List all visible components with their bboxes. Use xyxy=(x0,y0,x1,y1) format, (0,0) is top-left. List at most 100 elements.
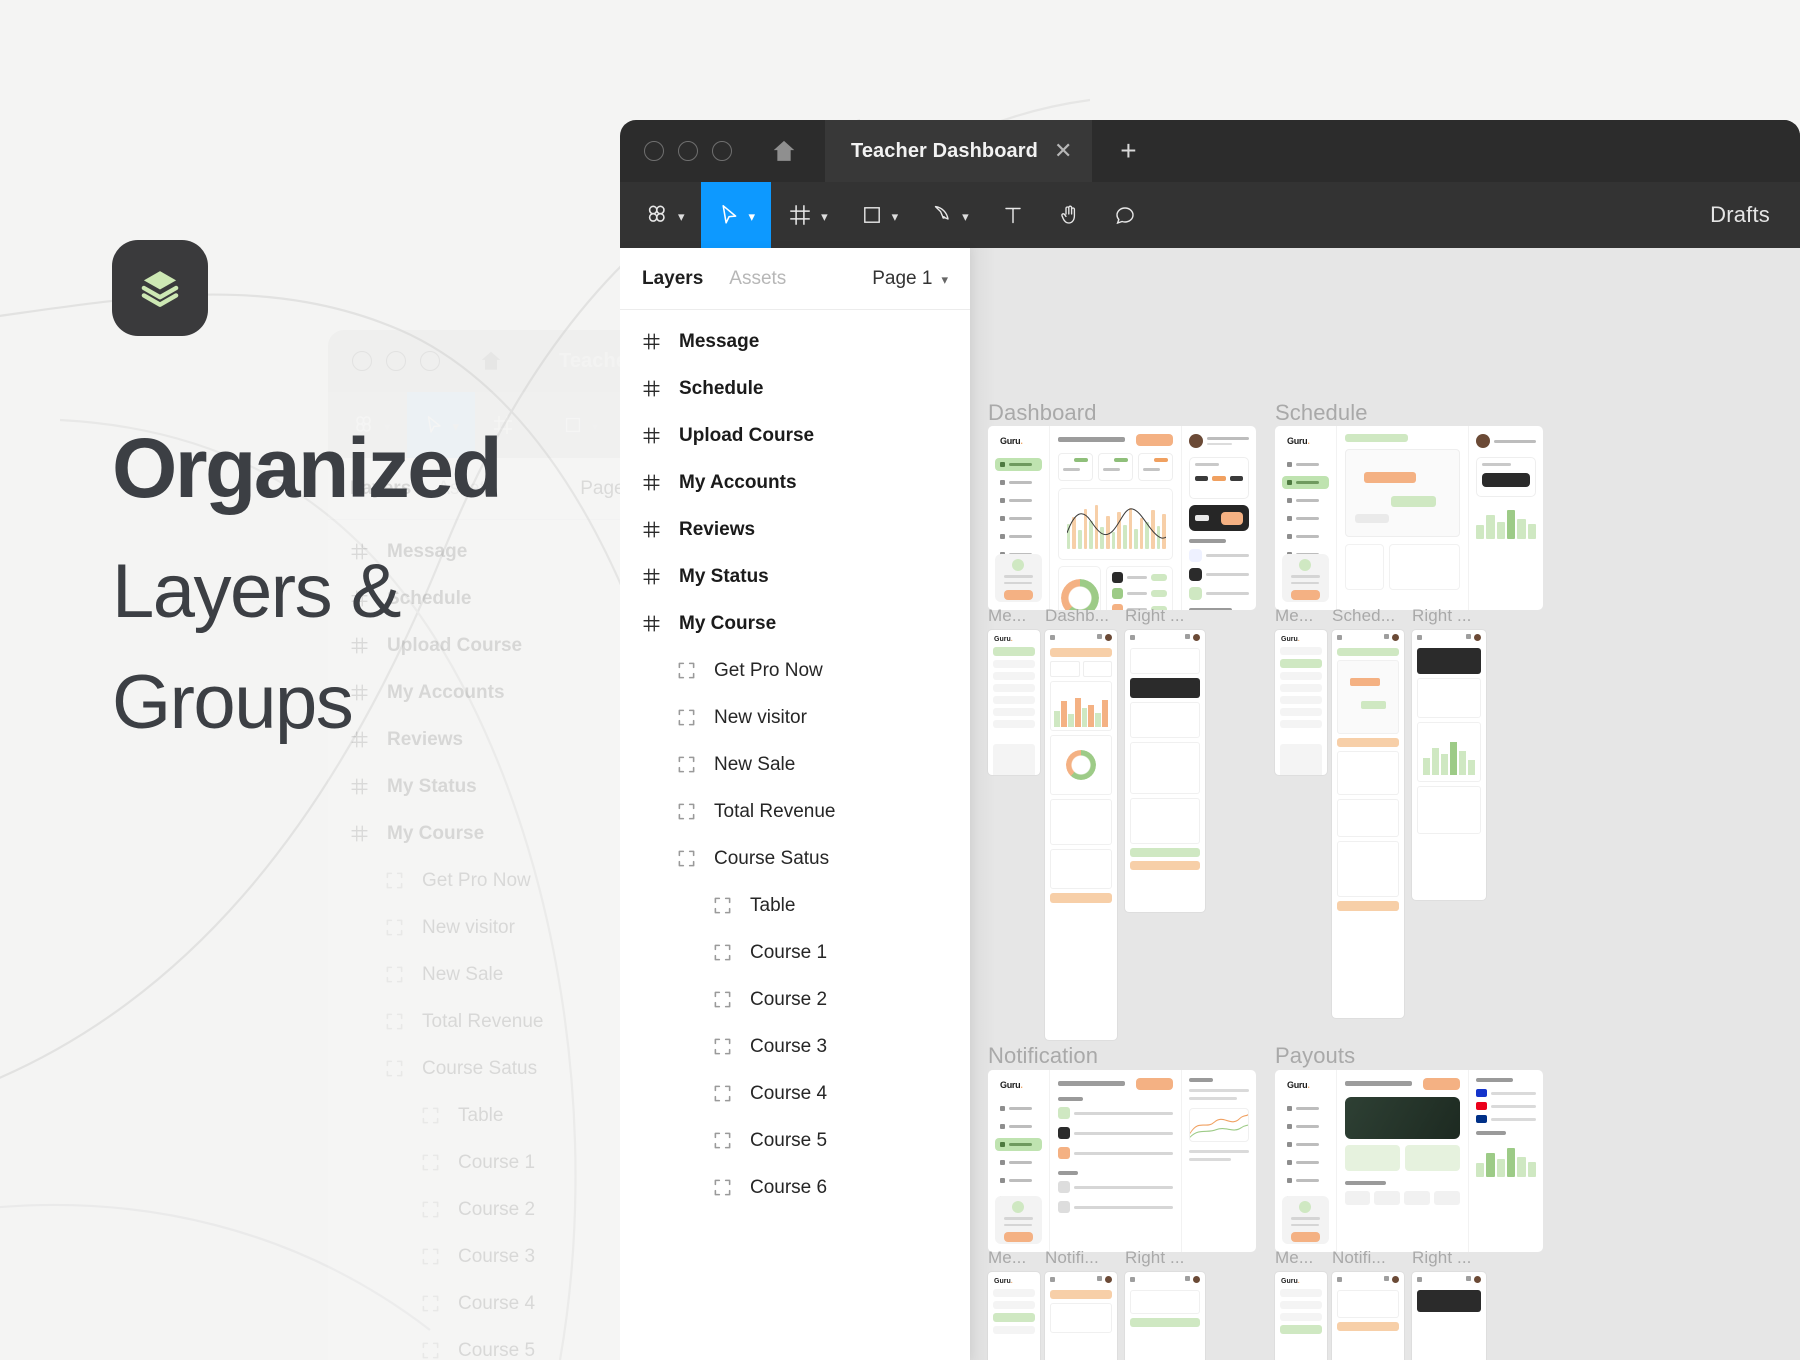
thumb-promo-card xyxy=(995,554,1042,602)
layer-item[interactable]: Message xyxy=(620,318,970,365)
thumb-right-rail xyxy=(1180,426,1256,610)
mini-thumb[interactable]: Guru. xyxy=(988,630,1040,775)
layer-item-label: Course 2 xyxy=(750,988,828,1010)
thumbnail-dashboard[interactable]: Guru. xyxy=(988,426,1256,610)
layer-item[interactable]: Upload Course xyxy=(620,412,970,459)
group-dashed-icon xyxy=(678,803,695,820)
drafts-label[interactable]: Drafts xyxy=(1710,202,1770,228)
group-dashed-icon xyxy=(714,1179,731,1196)
thumb-main xyxy=(1050,426,1181,610)
hand-tool[interactable] xyxy=(1041,182,1097,248)
layer-item-label: Total Revenue xyxy=(714,800,836,822)
small-frame-label[interactable]: Dashb... xyxy=(1045,606,1109,626)
small-frame-label[interactable]: Me... xyxy=(1275,606,1313,626)
frame-hash-icon xyxy=(643,615,660,632)
layer-item-label: Get Pro Now xyxy=(714,659,823,681)
layer-item[interactable]: Course 3 xyxy=(620,1023,970,1070)
small-frame-label[interactable]: Right ... xyxy=(1125,1248,1184,1268)
layer-item[interactable]: My Course xyxy=(620,600,970,647)
mini-thumb[interactable] xyxy=(1045,630,1117,1040)
layer-item[interactable]: My Status xyxy=(620,553,970,600)
pen-tool[interactable]: ▾ xyxy=(914,182,985,248)
mini-thumb[interactable] xyxy=(1125,630,1205,912)
small-frame-label[interactable]: Right ... xyxy=(1412,606,1471,626)
file-tab[interactable]: Teacher Dashboard ✕ xyxy=(825,120,1093,182)
layer-item-label: My Course xyxy=(679,612,777,634)
home-icon[interactable] xyxy=(770,137,798,165)
thumbnail-notification[interactable]: Guru. xyxy=(988,1070,1256,1252)
frame-label-schedule[interactable]: Schedule xyxy=(1275,400,1368,426)
layers-stack-icon xyxy=(141,271,179,307)
group-dashed-icon xyxy=(422,1248,439,1265)
page-selector[interactable]: Page 1 ▾ xyxy=(872,268,948,290)
frame-label-dashboard[interactable]: Dashboard xyxy=(988,400,1097,426)
layer-item[interactable]: My Accounts xyxy=(620,459,970,506)
mini-thumb[interactable] xyxy=(1332,1272,1404,1360)
tab-assets[interactable]: Assets xyxy=(729,268,786,290)
app-screenshot: Organized Layers & Groups Teacher Dashbo… xyxy=(0,0,1800,1360)
mini-thumb[interactable] xyxy=(1045,1272,1117,1360)
small-frame-label[interactable]: Sched... xyxy=(1332,606,1395,626)
mini-thumb[interactable] xyxy=(1332,630,1404,1018)
mini-thumb[interactable] xyxy=(1412,630,1486,900)
chevron-down-icon[interactable]: ▾ xyxy=(892,210,899,223)
layer-item[interactable]: Course 2 xyxy=(620,976,970,1023)
layer-item[interactable]: New visitor xyxy=(620,694,970,741)
layer-item[interactable]: Course 4 xyxy=(620,1070,970,1117)
small-frame-label[interactable]: Notifi... xyxy=(1045,1248,1099,1268)
shape-rectangle-tool[interactable]: ▾ xyxy=(844,182,915,248)
layer-item-label: Course 1 xyxy=(458,1151,536,1173)
layer-item-label: New visitor xyxy=(714,706,807,728)
thumbnail-schedule[interactable]: Guru. xyxy=(1275,426,1543,610)
small-frame-label[interactable]: Right ... xyxy=(1125,606,1184,626)
layer-item-label: Get Pro Now xyxy=(422,869,531,891)
layer-item[interactable]: Total Revenue xyxy=(620,788,970,835)
comment-tool[interactable] xyxy=(1097,182,1153,248)
mini-thumb[interactable] xyxy=(1125,1272,1205,1360)
minimize-dot[interactable] xyxy=(678,141,698,161)
thumb-brand: Guru. xyxy=(1000,436,1023,446)
new-tab-button[interactable]: + xyxy=(1092,120,1165,182)
thumbnail-payouts[interactable]: Guru. xyxy=(1275,1070,1543,1252)
layer-item[interactable]: Course 1 xyxy=(620,929,970,976)
layer-item[interactable]: Get Pro Now xyxy=(620,647,970,694)
layer-item[interactable]: New Sale xyxy=(620,741,970,788)
layer-item[interactable]: Table xyxy=(620,882,970,929)
frame-hash-icon xyxy=(351,778,368,795)
tab-layers[interactable]: Layers xyxy=(642,268,703,290)
figma-menu-icon[interactable]: ▾ xyxy=(620,182,701,248)
frame-tool[interactable]: ▾ xyxy=(771,182,844,248)
close-icon[interactable]: ✕ xyxy=(1054,140,1072,162)
small-frame-label[interactable]: Me... xyxy=(988,1248,1026,1268)
small-frame-label[interactable]: Notifi... xyxy=(1332,1248,1386,1268)
mini-thumb[interactable]: Guru. xyxy=(1275,1272,1327,1360)
small-frame-label[interactable]: Me... xyxy=(1275,1248,1313,1268)
layer-item-label: My Status xyxy=(679,565,769,587)
small-frame-label[interactable]: Right ... xyxy=(1412,1248,1471,1268)
close-dot[interactable] xyxy=(644,141,664,161)
maximize-dot[interactable] xyxy=(712,141,732,161)
chevron-down-icon[interactable]: ▾ xyxy=(678,210,685,223)
layer-item-label: New Sale xyxy=(422,963,504,985)
chevron-down-icon[interactable]: ▾ xyxy=(962,210,969,223)
group-dashed-icon xyxy=(678,850,695,867)
layer-item[interactable]: Course Satus xyxy=(620,835,970,882)
move-cursor-tool[interactable]: ▾ xyxy=(700,182,772,248)
frame-label-notification[interactable]: Notification xyxy=(988,1043,1098,1069)
chevron-down-icon[interactable]: ▾ xyxy=(749,210,756,223)
mini-thumb[interactable]: Guru. xyxy=(1275,630,1327,775)
layer-item-label: Schedule xyxy=(679,377,764,399)
layer-item[interactable]: Course 5 xyxy=(620,1117,970,1164)
panel-tabs: Layers Assets Page 1 ▾ xyxy=(620,248,970,310)
small-frame-label[interactable]: Me... xyxy=(988,606,1026,626)
layer-item[interactable]: Course 6 xyxy=(620,1164,970,1211)
text-tool[interactable] xyxy=(985,182,1041,248)
chevron-down-icon[interactable]: ▾ xyxy=(821,210,828,223)
mini-thumb[interactable]: Guru. xyxy=(988,1272,1040,1360)
design-canvas[interactable]: Dashboard Schedule Notification Payouts … xyxy=(970,248,1800,1360)
frame-hash-icon xyxy=(643,333,660,350)
layer-item[interactable]: Reviews xyxy=(620,506,970,553)
layer-item[interactable]: Schedule xyxy=(620,365,970,412)
mini-thumb[interactable] xyxy=(1412,1272,1486,1360)
frame-label-payouts[interactable]: Payouts xyxy=(1275,1043,1355,1069)
